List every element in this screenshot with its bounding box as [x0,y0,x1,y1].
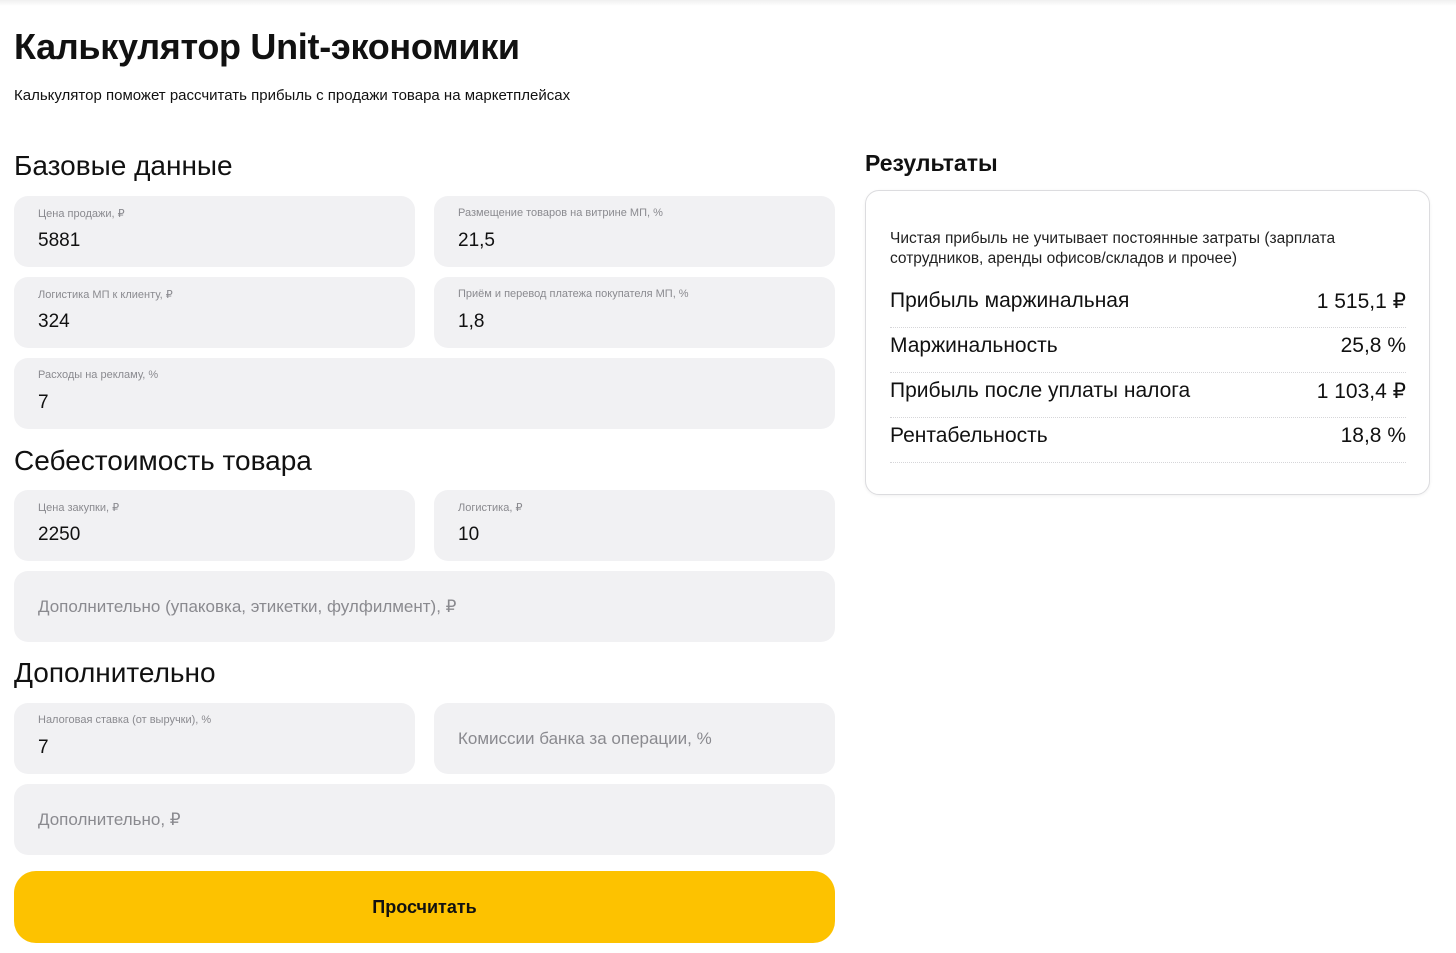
purchase-price-field[interactable]: Цена закупки, ₽ 2250 [14,490,415,561]
logistics-mp-value: 324 [38,311,70,332]
ads-value: 7 [38,392,49,413]
result-value: 1 103,4 ₽ [1316,380,1406,403]
calculate-button[interactable]: Просчитать [14,871,835,943]
page: Калькулятор Unit-экономики Калькулятор п… [0,0,1456,953]
section-title-base: Базовые данные [14,150,233,181]
section-title-cost: Себестоимость товара [14,445,312,476]
result-row-margin-profit: Прибыль маржинальная 1 515,1 ₽ [890,283,1406,328]
sale-price-field[interactable]: Цена продажи, ₽ 5881 [14,196,415,267]
result-row-profitability: Рентабельность 18,8 % [890,418,1406,463]
logistics-mp-label: Логистика МП к клиенту, ₽ [38,289,173,301]
bank-fee-field[interactable]: Комиссии банка за операции, % [434,703,835,774]
results-card: Чистая прибыль не учитывает постоянные з… [865,190,1430,495]
purchase-price-label: Цена закупки, ₽ [38,502,120,514]
payment-value: 1,8 [458,311,485,332]
cost-extra-field[interactable]: Дополнительно (упаковка, этикетки, фулфи… [14,571,835,642]
result-label: Маржинальность [890,334,1058,357]
results-note: Чистая прибыль не учитывает постоянные з… [890,230,1336,267]
results-title: Результаты [865,150,998,176]
result-row-margin: Маржинальность 25,8 % [890,328,1406,373]
logistics-label: Логистика, ₽ [458,502,523,514]
additional-extra-placeholder: Дополнительно, ₽ [38,809,181,829]
result-label: Рентабельность [890,424,1048,447]
page-title: Калькулятор Unit-экономики [14,26,520,67]
additional-extra-field[interactable]: Дополнительно, ₽ [14,784,835,855]
ads-label: Расходы на рекламу, % [38,369,159,381]
payment-field[interactable]: Приём и перевод платежа покупателя МП, %… [434,277,835,348]
sale-price-label: Цена продажи, ₽ [38,208,125,220]
cost-extra-placeholder: Дополнительно (упаковка, этикетки, фулфи… [38,596,457,616]
tax-rate-field[interactable]: Налоговая ставка (от выручки), % 7 [14,703,415,774]
ads-field[interactable]: Расходы на рекламу, % 7 [14,358,835,429]
placement-value: 21,5 [458,230,495,251]
top-divider [0,0,1456,6]
logistics-mp-field[interactable]: Логистика МП к клиенту, ₽ 324 [14,277,415,348]
sale-price-value: 5881 [38,230,81,251]
result-row-profit-after-tax: Прибыль после уплаты налога 1 103,4 ₽ [890,373,1406,418]
tax-rate-label: Налоговая ставка (от выручки), % [38,714,212,726]
result-value: 25,8 % [1340,334,1406,357]
result-value: 18,8 % [1340,424,1406,447]
result-value: 1 515,1 ₽ [1316,290,1406,313]
result-label: Прибыль после уплаты налога [890,379,1191,402]
payment-label: Приём и перевод платежа покупателя МП, % [458,288,689,300]
placement-field[interactable]: Размещение товаров на витрине МП, % 21,5 [434,196,835,267]
logistics-field[interactable]: Логистика, ₽ 10 [434,490,835,561]
section-title-additional: Дополнительно [14,657,216,688]
bank-fee-placeholder: Комиссии банка за операции, % [458,728,712,748]
logistics-value: 10 [458,524,480,545]
tax-rate-value: 7 [38,737,49,758]
purchase-price-value: 2250 [38,524,81,545]
placement-label: Размещение товаров на витрине МП, % [458,207,663,219]
page-subtitle: Калькулятор поможет рассчитать прибыль с… [14,87,571,104]
result-label: Прибыль маржинальная [890,289,1130,312]
